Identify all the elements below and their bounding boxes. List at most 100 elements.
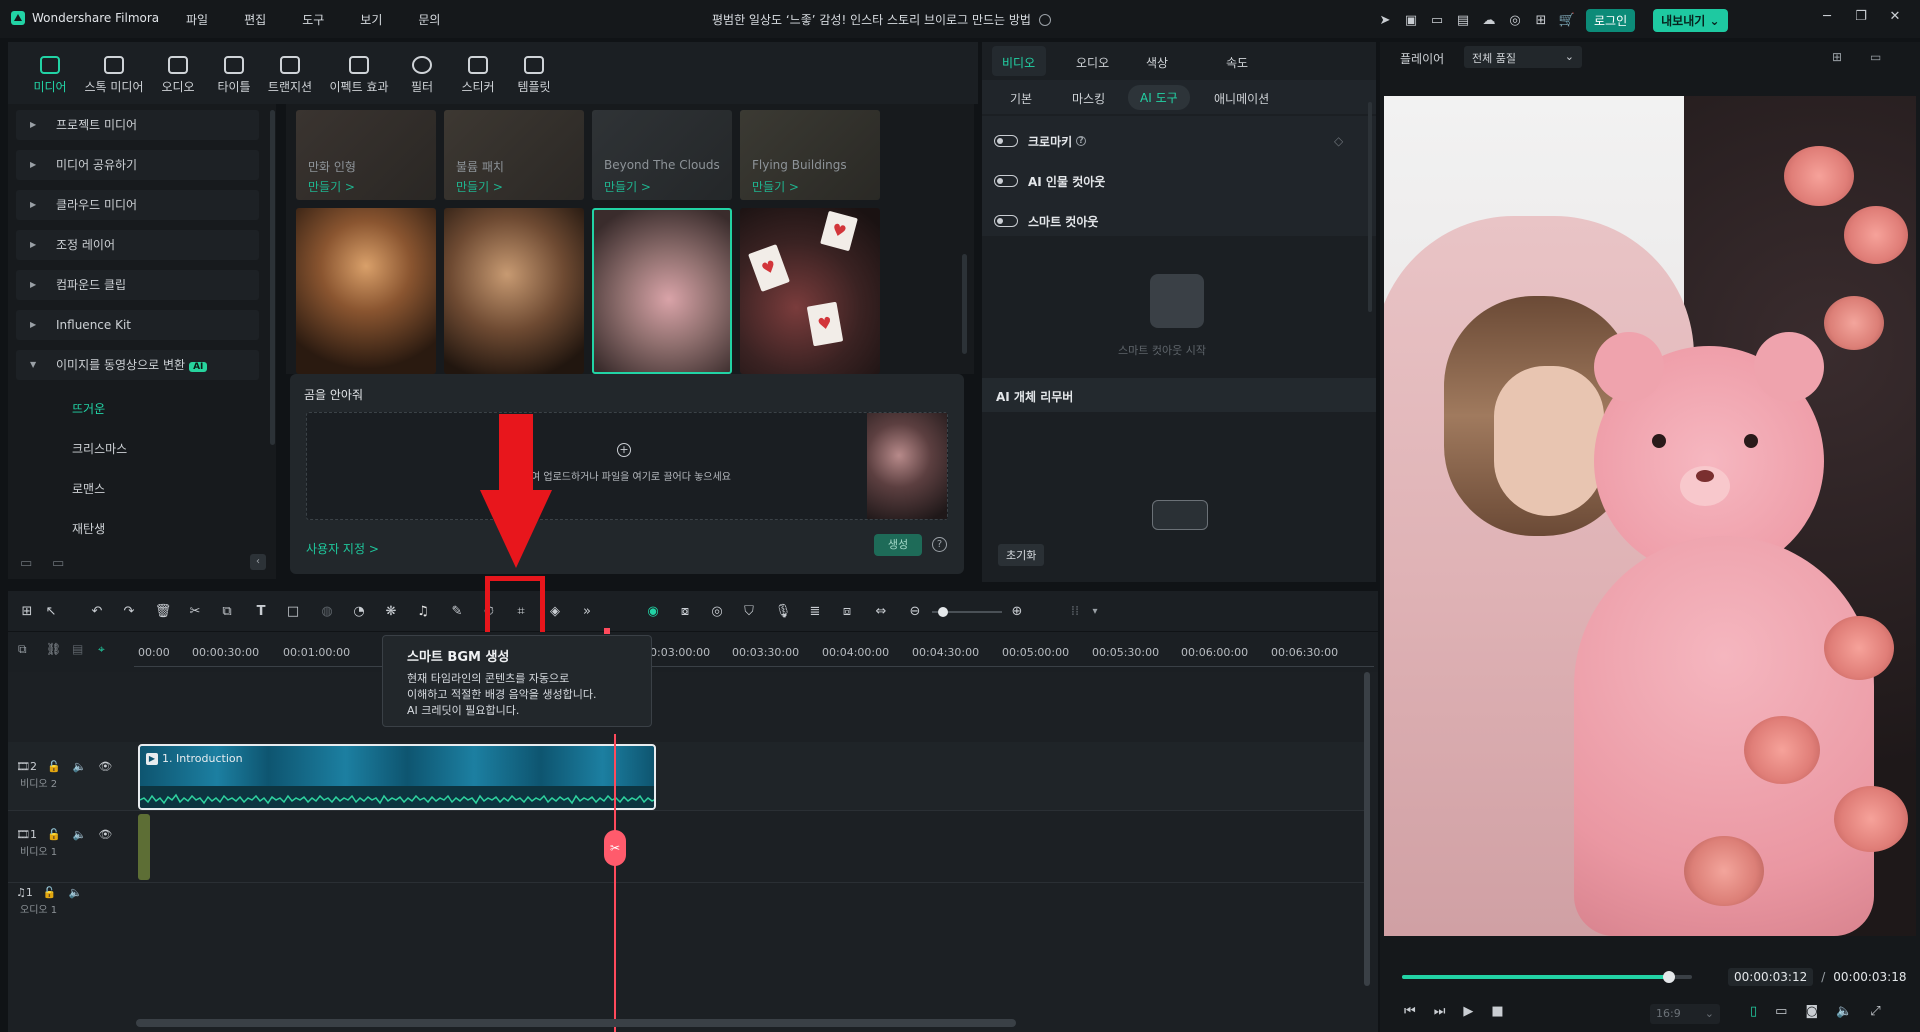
custom-link[interactable]: 사용자 지정 > (306, 540, 379, 557)
display-icon[interactable]: ▭ (1775, 1004, 1787, 1019)
chevron-down-icon[interactable]: ▾ (1086, 603, 1104, 621)
camera-icon[interactable]: ⧇ (676, 603, 694, 621)
cart-icon[interactable]: 🛒 (1554, 13, 1580, 28)
render-icon[interactable]: ◎ (708, 603, 726, 621)
menu-help[interactable]: 문의 (418, 11, 440, 28)
playhead-line[interactable] (614, 734, 616, 1032)
add-track-icon[interactable]: ⧉ (18, 642, 27, 657)
monitor-icon[interactable]: ▭ (1424, 13, 1450, 28)
video-preview[interactable] (1384, 96, 1916, 936)
edit-icon[interactable]: ✎ (448, 603, 466, 621)
lock-icon[interactable]: 🔓 (43, 886, 57, 899)
ai-copilot-icon[interactable]: ◍ (318, 603, 336, 621)
reset-button[interactable]: 초기화 (998, 544, 1045, 566)
zoom-slider[interactable] (932, 607, 1002, 617)
timeline-clip[interactable]: ▶ 1. Introduction (138, 744, 656, 810)
crop-icon[interactable]: ⧉ (218, 603, 236, 621)
eye-icon[interactable]: 👁 (98, 760, 112, 773)
speaker-icon[interactable]: 🔈 (73, 828, 87, 841)
feedback-icon[interactable]: ▣ (1398, 13, 1424, 28)
save-icon[interactable]: ▤ (1450, 13, 1476, 28)
tab-video[interactable]: 비디오 (1002, 54, 1035, 71)
info-icon[interactable]: ? (1076, 136, 1087, 146)
subitem-christmas[interactable]: 크리스마스 (72, 440, 127, 457)
delete-icon[interactable]: 🗑 (154, 603, 172, 621)
template-thumbnail-couple[interactable] (444, 208, 584, 374)
cloud-upload-icon[interactable]: ☁ (1476, 13, 1502, 28)
ai-portrait-toggle[interactable] (994, 175, 1018, 187)
tab-filters[interactable]: 필터 (392, 56, 452, 95)
shield-icon[interactable]: ⛉ (740, 603, 758, 621)
play-icon[interactable]: ▶ (1463, 1004, 1473, 1019)
subtab-animation[interactable]: 애니메이션 (1214, 90, 1269, 107)
menu-file[interactable]: 파일 (186, 11, 208, 28)
template-create-link[interactable]: 만들기 > (308, 178, 355, 195)
sidebar-item-shared-media[interactable]: ▶ 미디어 공유하기 (16, 150, 259, 180)
subtab-basic[interactable]: 기본 (1010, 90, 1032, 107)
subtab-ai-tools[interactable]: AI 도구 (1128, 85, 1190, 110)
menu-view[interactable]: 보기 (360, 11, 382, 28)
split-icon[interactable]: ✂ (186, 603, 204, 621)
upload-drop-zone[interactable]: + 여 업로드하거나 파일을 여기로 끌어다 놓으세요 (306, 412, 948, 520)
apps-grid-icon[interactable]: ⊞ (1528, 13, 1554, 28)
grid-view-icon[interactable]: ⊞ (1832, 50, 1842, 64)
smart-cutout-start[interactable]: 스마트 컷아웃 시작 (1118, 342, 1206, 358)
stop-icon[interactable]: ■ (1491, 1004, 1503, 1019)
speed-icon[interactable]: ◔ (350, 603, 368, 621)
fit-icon[interactable]: ⇔ (872, 603, 890, 621)
keyframe-diamond-icon[interactable]: ◇ (1334, 134, 1343, 148)
sidebar-item-adjustment-layer[interactable]: ▶ 조정 레이어 (16, 230, 259, 260)
redo-icon[interactable]: ↷ (120, 603, 138, 621)
template-card[interactable]: 불륨 패치 만들기 > (444, 110, 584, 200)
tab-stickers[interactable]: 스티커 (448, 56, 508, 95)
sidebar-item-project-media[interactable]: ▶ 프로젝트 미디어 (16, 110, 259, 140)
restore-icon[interactable]: ❐ (1848, 9, 1874, 24)
next-frame-icon[interactable]: ⏭ (1434, 1004, 1446, 1019)
tab-transitions[interactable]: 트랜지션 (260, 56, 320, 95)
help-icon[interactable]: ? (932, 537, 947, 552)
speaker-icon[interactable]: 🔈 (73, 760, 87, 773)
timeline-horizontal-scrollbar[interactable] (136, 1019, 1016, 1027)
tab-stock-media[interactable]: 스톡 미디어 (84, 56, 144, 95)
snap-icon[interactable]: ⌖ (98, 642, 105, 657)
ai-mate-icon[interactable]: ◉ (644, 603, 662, 621)
template-card[interactable]: 만화 인형 만들기 > (296, 110, 436, 200)
tab-templates[interactable]: 템플릿 (504, 56, 564, 95)
chroma-key-toggle[interactable] (994, 135, 1018, 147)
playback-progress-knob[interactable] (1662, 971, 1675, 983)
subitem-rebirth[interactable]: 재탄생 (72, 520, 105, 537)
export-button[interactable]: 내보내기 ⌄ (1653, 9, 1728, 32)
speaker-icon[interactable]: 🔈 (69, 886, 83, 899)
link-icon[interactable]: ⛓ (46, 642, 61, 656)
menu-tools[interactable]: 도구 (302, 11, 324, 28)
cloud-status-icon[interactable] (1038, 13, 1051, 26)
generate-button[interactable]: 생성 (874, 534, 922, 556)
fullscreen-icon[interactable]: ⤢ (1870, 1004, 1880, 1019)
tab-effects[interactable]: 이펙트 효과 (324, 56, 394, 95)
text-icon[interactable]: T (252, 603, 270, 621)
new-folder-icon[interactable]: ▭ (52, 556, 64, 571)
snapshot-icon[interactable]: ◙ (1805, 1004, 1818, 1019)
menu-edit[interactable]: 편집 (244, 11, 266, 28)
quality-dropdown[interactable]: 전체 품질 ⌄ (1464, 46, 1582, 68)
sidebar-item-compound-clip[interactable]: ▶ 컴파운드 클립 (16, 270, 259, 300)
track-manage-icon[interactable]: ▤ (72, 642, 83, 656)
zoom-in-icon[interactable]: ⊕ (1008, 603, 1026, 621)
sidebar-scrollbar[interactable] (270, 110, 275, 445)
tab-audio[interactable]: 오디오 (148, 56, 208, 95)
template-create-link[interactable]: 만들기 > (604, 178, 651, 195)
login-button[interactable]: 로그인 (1586, 9, 1636, 32)
sidebar-item-influence-kit[interactable]: ▶ Influence Kit (16, 310, 259, 340)
volume-icon[interactable]: 🔈 (1836, 1004, 1852, 1019)
subtab-masking[interactable]: 마스킹 (1072, 90, 1105, 107)
playback-progress-track[interactable] (1402, 971, 1692, 983)
aspect-ratio-dropdown[interactable]: 16:9 ⌄ (1650, 1004, 1720, 1024)
template-thumbnail-hearts[interactable]: ♥ ♥ ♥ (740, 208, 880, 374)
color-icon[interactable]: ❋ (382, 603, 400, 621)
playhead-marker[interactable] (604, 628, 610, 634)
headset-icon[interactable]: ◎ (1502, 13, 1528, 28)
select-tool-icon[interactable]: ↖ (42, 603, 60, 621)
sidebar-item-cloud-media[interactable]: ▶ 클라우드 미디어 (16, 190, 259, 220)
more-icon[interactable]: » (578, 603, 596, 621)
lock-icon[interactable]: 🔓 (47, 760, 61, 773)
